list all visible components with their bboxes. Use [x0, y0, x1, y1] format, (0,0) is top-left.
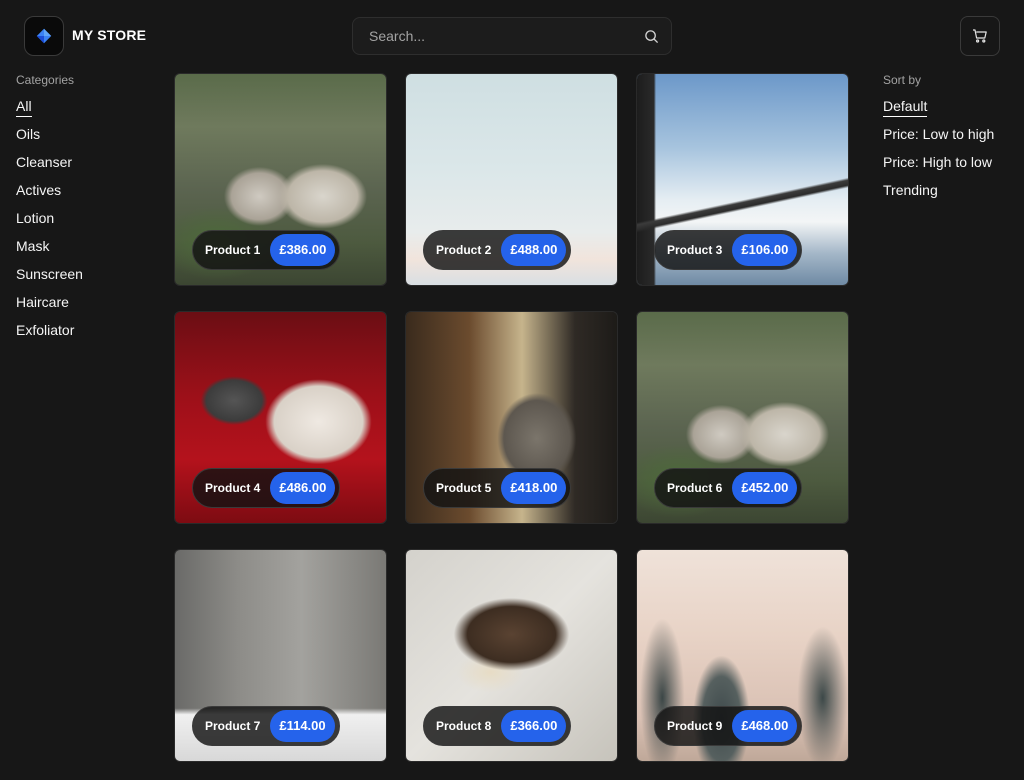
sort-heading: Sort by — [883, 73, 922, 87]
categories-heading: Categories — [16, 73, 75, 87]
search-bar — [352, 17, 672, 55]
cart-button[interactable] — [960, 16, 1000, 56]
product-card[interactable]: Product 1 £386.00 — [174, 73, 387, 286]
product-name: Product 2 — [436, 243, 492, 257]
product-label: Product 7 £114.00 — [192, 706, 340, 746]
product-label: Product 3 £106.00 — [654, 230, 803, 270]
product-name: Product 6 — [667, 481, 723, 495]
product-name: Product 5 — [436, 481, 492, 495]
product-card[interactable]: Product 9 £468.00 — [636, 549, 849, 762]
product-price: £106.00 — [732, 234, 798, 266]
product-price: £386.00 — [270, 234, 336, 266]
product-price: £486.00 — [270, 472, 336, 504]
category-mask[interactable]: Mask — [16, 238, 156, 266]
category-sunscreen[interactable]: Sunscreen — [16, 266, 156, 294]
product-label: Product 4 £486.00 — [192, 468, 341, 508]
search-icon[interactable] — [644, 29, 659, 44]
product-label: Product 6 £452.00 — [654, 468, 803, 508]
product-price: £468.00 — [732, 710, 798, 742]
sort-panel: Sort by Default Price: Low to high Price… — [883, 72, 1024, 210]
store-logo[interactable] — [24, 16, 64, 56]
category-lotion[interactable]: Lotion — [16, 210, 156, 238]
sort-default[interactable]: Default — [883, 98, 1024, 126]
diamond-logo-icon — [36, 28, 52, 44]
product-name: Product 9 — [667, 719, 723, 733]
product-card[interactable]: Product 3 £106.00 — [636, 73, 849, 286]
product-card[interactable]: Product 7 £114.00 — [174, 549, 387, 762]
product-price: £452.00 — [732, 472, 798, 504]
product-card[interactable]: Product 4 £486.00 — [174, 311, 387, 524]
category-haircare[interactable]: Haircare — [16, 294, 156, 322]
sort-price-low-high[interactable]: Price: Low to high — [883, 126, 1024, 154]
search-input[interactable] — [353, 18, 633, 54]
product-label: Product 5 £418.00 — [423, 468, 572, 508]
product-label: Product 2 £488.00 — [423, 230, 572, 270]
product-name: Product 4 — [205, 481, 261, 495]
sort-trending[interactable]: Trending — [883, 182, 1024, 210]
product-price: £488.00 — [501, 234, 567, 266]
product-card[interactable]: Product 8 £366.00 — [405, 549, 618, 762]
product-name: Product 1 — [205, 243, 261, 257]
category-cleanser[interactable]: Cleanser — [16, 154, 156, 182]
product-price: £114.00 — [270, 710, 335, 742]
category-all[interactable]: All — [16, 98, 156, 126]
cart-icon — [973, 29, 987, 43]
product-label: Product 9 £468.00 — [654, 706, 803, 746]
product-price: £418.00 — [501, 472, 567, 504]
product-label: Product 1 £386.00 — [192, 230, 341, 270]
category-exfoliator[interactable]: Exfoliator — [16, 322, 156, 350]
product-price: £366.00 — [501, 710, 567, 742]
product-name: Product 8 — [436, 719, 492, 733]
category-actives[interactable]: Actives — [16, 182, 156, 210]
product-name: Product 3 — [667, 243, 723, 257]
product-card[interactable]: Product 5 £418.00 — [405, 311, 618, 524]
store-page: MY STORE Categories All Oils Cleanser Ac… — [0, 0, 1024, 780]
product-name: Product 7 — [205, 719, 261, 733]
categories-panel: Categories All Oils Cleanser Actives Lot… — [16, 72, 156, 350]
store-name[interactable]: MY STORE — [72, 27, 146, 43]
product-card[interactable]: Product 6 £452.00 — [636, 311, 849, 524]
product-label: Product 8 £366.00 — [423, 706, 572, 746]
category-oils[interactable]: Oils — [16, 126, 156, 154]
product-card[interactable]: Product 2 £488.00 — [405, 73, 618, 286]
header: MY STORE — [0, 0, 1024, 72]
sort-price-high-low[interactable]: Price: High to low — [883, 154, 1024, 182]
